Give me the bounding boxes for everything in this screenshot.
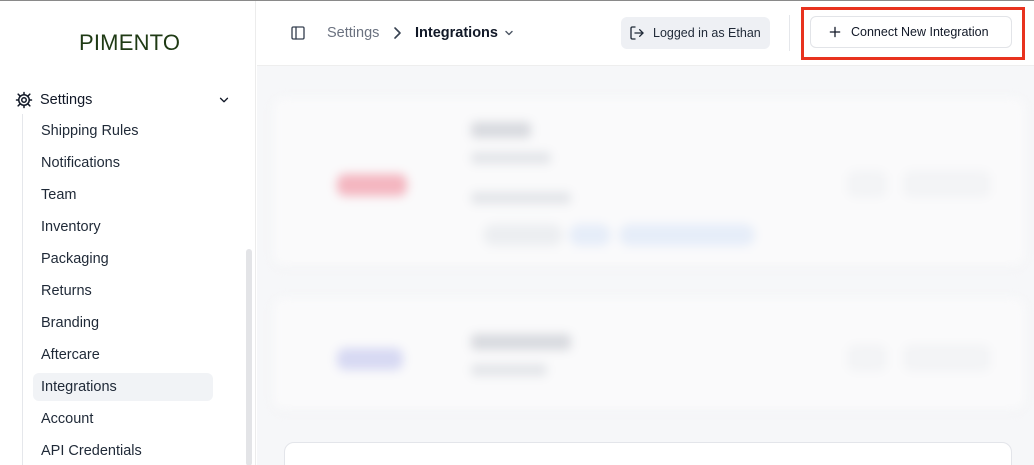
integration-logo [337,174,407,196]
panel-left-icon[interactable] [290,25,306,41]
integration-card [273,298,1025,410]
chevron-down-icon[interactable] [217,93,231,107]
chevron-down-icon [504,28,514,38]
integration-tag [569,224,611,246]
sidebar-item-aftercare[interactable]: Aftercare [33,341,213,369]
log-out-icon [629,25,645,41]
logged-in-label: Logged in as Ethan [653,26,761,40]
integration-action [905,346,989,370]
sidebar-scrollbar[interactable] [246,249,252,465]
integration-status [471,364,547,376]
integration-tag [619,224,755,246]
breadcrumb-current-label: Integrations [415,25,498,41]
sidebar-section-settings[interactable]: Settings [15,90,231,110]
sidebar-item-shipping-rules[interactable]: Shipping Rules [33,117,213,145]
breadcrumb-settings[interactable]: Settings [327,25,379,41]
sidebar-item-integrations[interactable]: Integrations [33,373,213,401]
main-content [257,66,1034,465]
blurred-integrations-list [257,66,1034,465]
integration-tag [483,224,563,246]
integration-action [849,172,885,196]
integration-card [273,98,1025,266]
sidebar-item-inventory[interactable]: Inventory [33,213,213,241]
top-header: Settings Integrations Logged in as Ethan… [257,1,1034,66]
integration-action [905,172,989,196]
sidebar-item-notifications[interactable]: Notifications [33,149,213,177]
gear-icon [15,91,33,109]
app-logo[interactable]: PIMENTO [79,30,180,56]
connect-new-integration-button[interactable]: Connect New Integration [810,16,1012,48]
integration-title [471,334,571,350]
integration-card-partial [284,442,1012,465]
chevron-right-icon [392,26,402,40]
connect-button-label: Connect New Integration [851,25,989,39]
sidebar-item-branding[interactable]: Branding [33,309,213,337]
nav-tree-line [22,114,23,465]
breadcrumb-current[interactable]: Integrations [415,25,514,41]
integration-logo [337,348,403,370]
integration-action [849,346,885,370]
sidebar-item-account[interactable]: Account [33,405,213,433]
sidebar-item-returns[interactable]: Returns [33,277,213,305]
integration-title [471,122,531,138]
integration-status [471,152,551,164]
header-divider [789,15,790,51]
sidebar-item-team[interactable]: Team [33,181,213,209]
sidebar-item-packaging[interactable]: Packaging [33,245,213,273]
logged-in-badge[interactable]: Logged in as Ethan [621,17,770,49]
plus-icon [828,25,842,39]
integration-subtitle [471,192,571,204]
sidebar: PIMENTO Settings Shipping Rules Notifica… [0,1,256,465]
sidebar-section-label: Settings [40,92,93,108]
sidebar-item-api-credentials[interactable]: API Credentials [33,437,213,465]
